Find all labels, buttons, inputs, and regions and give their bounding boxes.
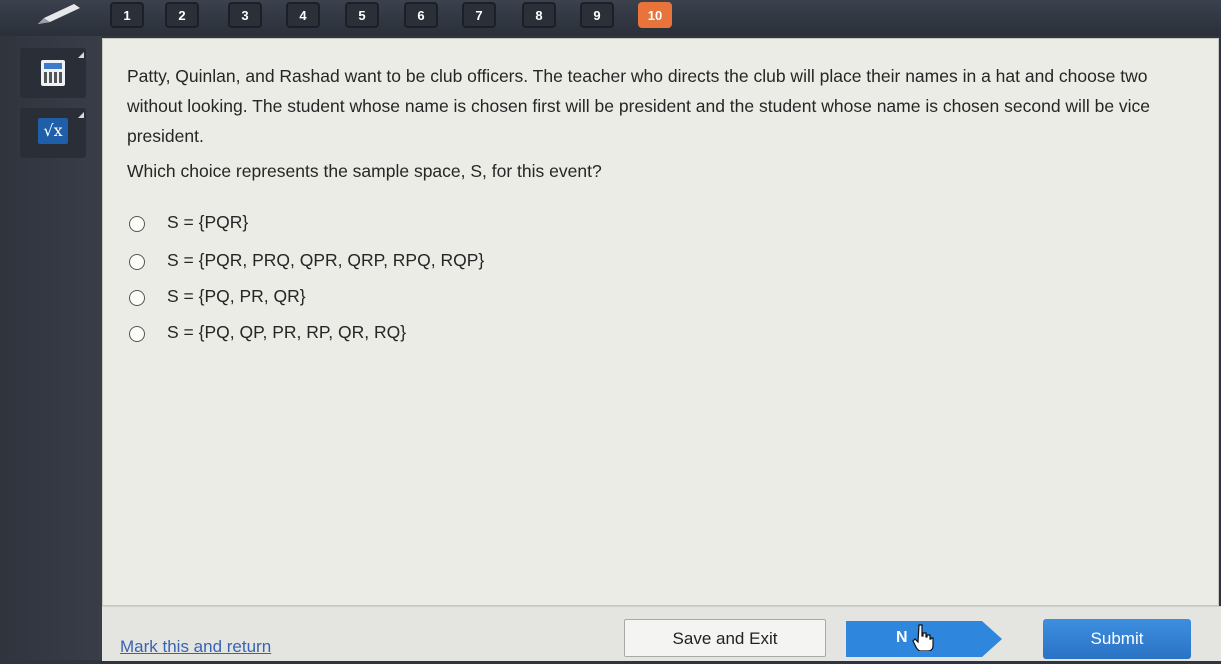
question-6-button[interactable]: 6 — [404, 2, 438, 28]
expand-arrow-icon — [78, 112, 84, 118]
mark-and-return-link[interactable]: Mark this and return — [120, 637, 271, 657]
question-5-button[interactable]: 5 — [345, 2, 379, 28]
question-2-button[interactable]: 2 — [165, 2, 199, 28]
question-1-button[interactable]: 1 — [110, 2, 144, 28]
bottom-bar: Mark this and return Save and Exit N Sub… — [102, 606, 1221, 661]
top-bar: 1 2 3 4 5 6 7 8 9 10 — [0, 0, 1221, 36]
radio-button[interactable] — [129, 290, 145, 306]
next-button-label: N — [896, 629, 908, 646]
answer-choice-2[interactable]: S = {PQR, PRQ, QPR, QRP, RPQ, RQP} — [129, 249, 629, 275]
square-root-icon: √x — [38, 118, 68, 144]
question-text: Patty, Quinlan, and Rashad want to be cl… — [127, 66, 1151, 146]
answer-choice-label: S = {PQ, PR, QR} — [167, 286, 306, 306]
answer-choice-label: S = {PQ, QP, PR, RP, QR, RQ} — [167, 322, 407, 342]
calculator-icon — [41, 60, 65, 86]
question-7-button[interactable]: 7 — [462, 2, 496, 28]
radio-button[interactable] — [129, 254, 145, 270]
submit-button[interactable]: Submit — [1043, 619, 1191, 659]
question-3-button[interactable]: 3 — [228, 2, 262, 28]
question-4-button[interactable]: 4 — [286, 2, 320, 28]
answer-choice-1[interactable]: S = {PQR} — [129, 211, 629, 237]
radio-button[interactable] — [129, 326, 145, 342]
answer-choice-3[interactable]: S = {PQ, PR, QR} — [129, 285, 629, 311]
question-8-button[interactable]: 8 — [522, 2, 556, 28]
calculator-tool[interactable] — [20, 48, 86, 98]
radio-button[interactable] — [129, 216, 145, 232]
hand-cursor-icon — [912, 624, 934, 651]
formula-tool[interactable]: √x — [20, 108, 86, 158]
question-panel: Patty, Quinlan, and Rashad want to be cl… — [102, 38, 1219, 606]
save-and-exit-button[interactable]: Save and Exit — [624, 619, 826, 657]
question-10-button[interactable]: 10 — [638, 2, 672, 28]
answer-choice-label: S = {PQR, PRQ, QPR, QRP, RPQ, RQP} — [167, 250, 485, 270]
tool-sidebar: √x — [0, 36, 102, 660]
pencil-icon[interactable] — [34, 2, 84, 28]
question-prompt: Which choice represents the sample space… — [127, 161, 602, 181]
answer-choice-label: S = {PQR} — [167, 212, 249, 232]
question-9-button[interactable]: 9 — [580, 2, 614, 28]
next-button[interactable]: N — [846, 619, 1006, 659]
answer-choice-4[interactable]: S = {PQ, QP, PR, RP, QR, RQ} — [129, 321, 629, 347]
expand-arrow-icon — [78, 52, 84, 58]
